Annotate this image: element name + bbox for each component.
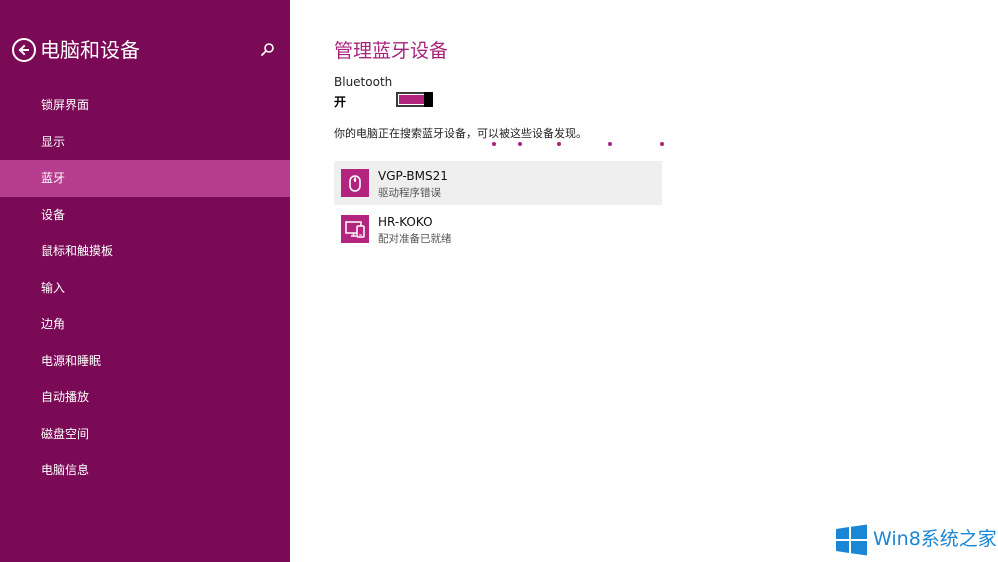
toggle-fill <box>399 95 424 104</box>
bluetooth-label: Bluetooth <box>334 75 393 89</box>
device-name: HR-KOKO <box>378 215 433 229</box>
device-status: 配对准备已就绪 <box>378 233 452 245</box>
sidebar-item-typing[interactable]: 输入 <box>0 270 290 307</box>
sidebar-item-pc-info[interactable]: 电脑信息 <box>0 452 290 489</box>
device-tile <box>341 169 369 197</box>
watermark: Win8系统之家 <box>835 522 998 558</box>
discovery-status-text: 你的电脑正在搜索蓝牙设备，可以被这些设备发现。 <box>334 127 587 140</box>
main-panel: 管理蓝牙设备 Bluetooth 开 你的电脑正在搜索蓝牙设备，可以被这些设备发… <box>290 0 998 562</box>
back-button[interactable] <box>12 38 36 62</box>
device-tile <box>341 215 369 243</box>
progress-dot <box>518 142 522 146</box>
sidebar-item-power-sleep[interactable]: 电源和睡眠 <box>0 343 290 380</box>
sidebar-item-bluetooth[interactable]: 蓝牙 <box>0 160 290 197</box>
searching-progress-dots <box>334 142 664 148</box>
sidebar-item-lock-screen[interactable]: 锁屏界面 <box>0 87 290 124</box>
mouse-icon <box>349 175 361 192</box>
toggle-thumb[interactable] <box>424 92 433 107</box>
sidebar-item-devices[interactable]: 设备 <box>0 197 290 234</box>
sidebar-item-mouse-touchpad[interactable]: 鼠标和触摸板 <box>0 233 290 270</box>
bluetooth-toggle[interactable] <box>396 92 433 107</box>
progress-dot <box>608 142 612 146</box>
device-item-vgp-bms21[interactable]: VGP-BMS21 驱动程序错误 <box>334 161 662 205</box>
sidebar-item-autoplay[interactable]: 自动播放 <box>0 379 290 416</box>
sidebar-title: 电脑和设备 <box>40 38 140 62</box>
progress-dot <box>492 142 496 146</box>
device-status: 驱动程序错误 <box>378 187 441 199</box>
search-button[interactable] <box>259 41 277 59</box>
sidebar-item-disk-space[interactable]: 磁盘空间 <box>0 416 290 453</box>
arrow-left-icon <box>18 44 29 56</box>
page-title: 管理蓝牙设备 <box>334 40 449 62</box>
sidebar-item-display[interactable]: 显示 <box>0 124 290 161</box>
sidebar-nav: 锁屏界面 显示 蓝牙 设备 鼠标和触摸板 输入 边角 电源和睡眠 自动播放 磁盘… <box>0 87 290 489</box>
bluetooth-state-text: 开 <box>334 95 347 109</box>
device-name: VGP-BMS21 <box>378 169 448 183</box>
search-icon <box>261 43 274 56</box>
phone-pc-icon <box>345 221 365 238</box>
sidebar-item-corners[interactable]: 边角 <box>0 306 290 343</box>
device-list: VGP-BMS21 驱动程序错误 HR-KOKO 配对准备已就绪 <box>334 161 662 253</box>
windows-logo-icon <box>836 524 867 556</box>
progress-dot <box>660 142 664 146</box>
watermark-text: Win8系统之家 <box>873 528 997 550</box>
device-item-hr-koko[interactable]: HR-KOKO 配对准备已就绪 <box>334 207 662 251</box>
sidebar: 电脑和设备 锁屏界面 显示 蓝牙 设备 鼠标和触摸板 输入 边角 电源和睡眠 自… <box>0 0 290 562</box>
progress-dot <box>557 142 561 146</box>
